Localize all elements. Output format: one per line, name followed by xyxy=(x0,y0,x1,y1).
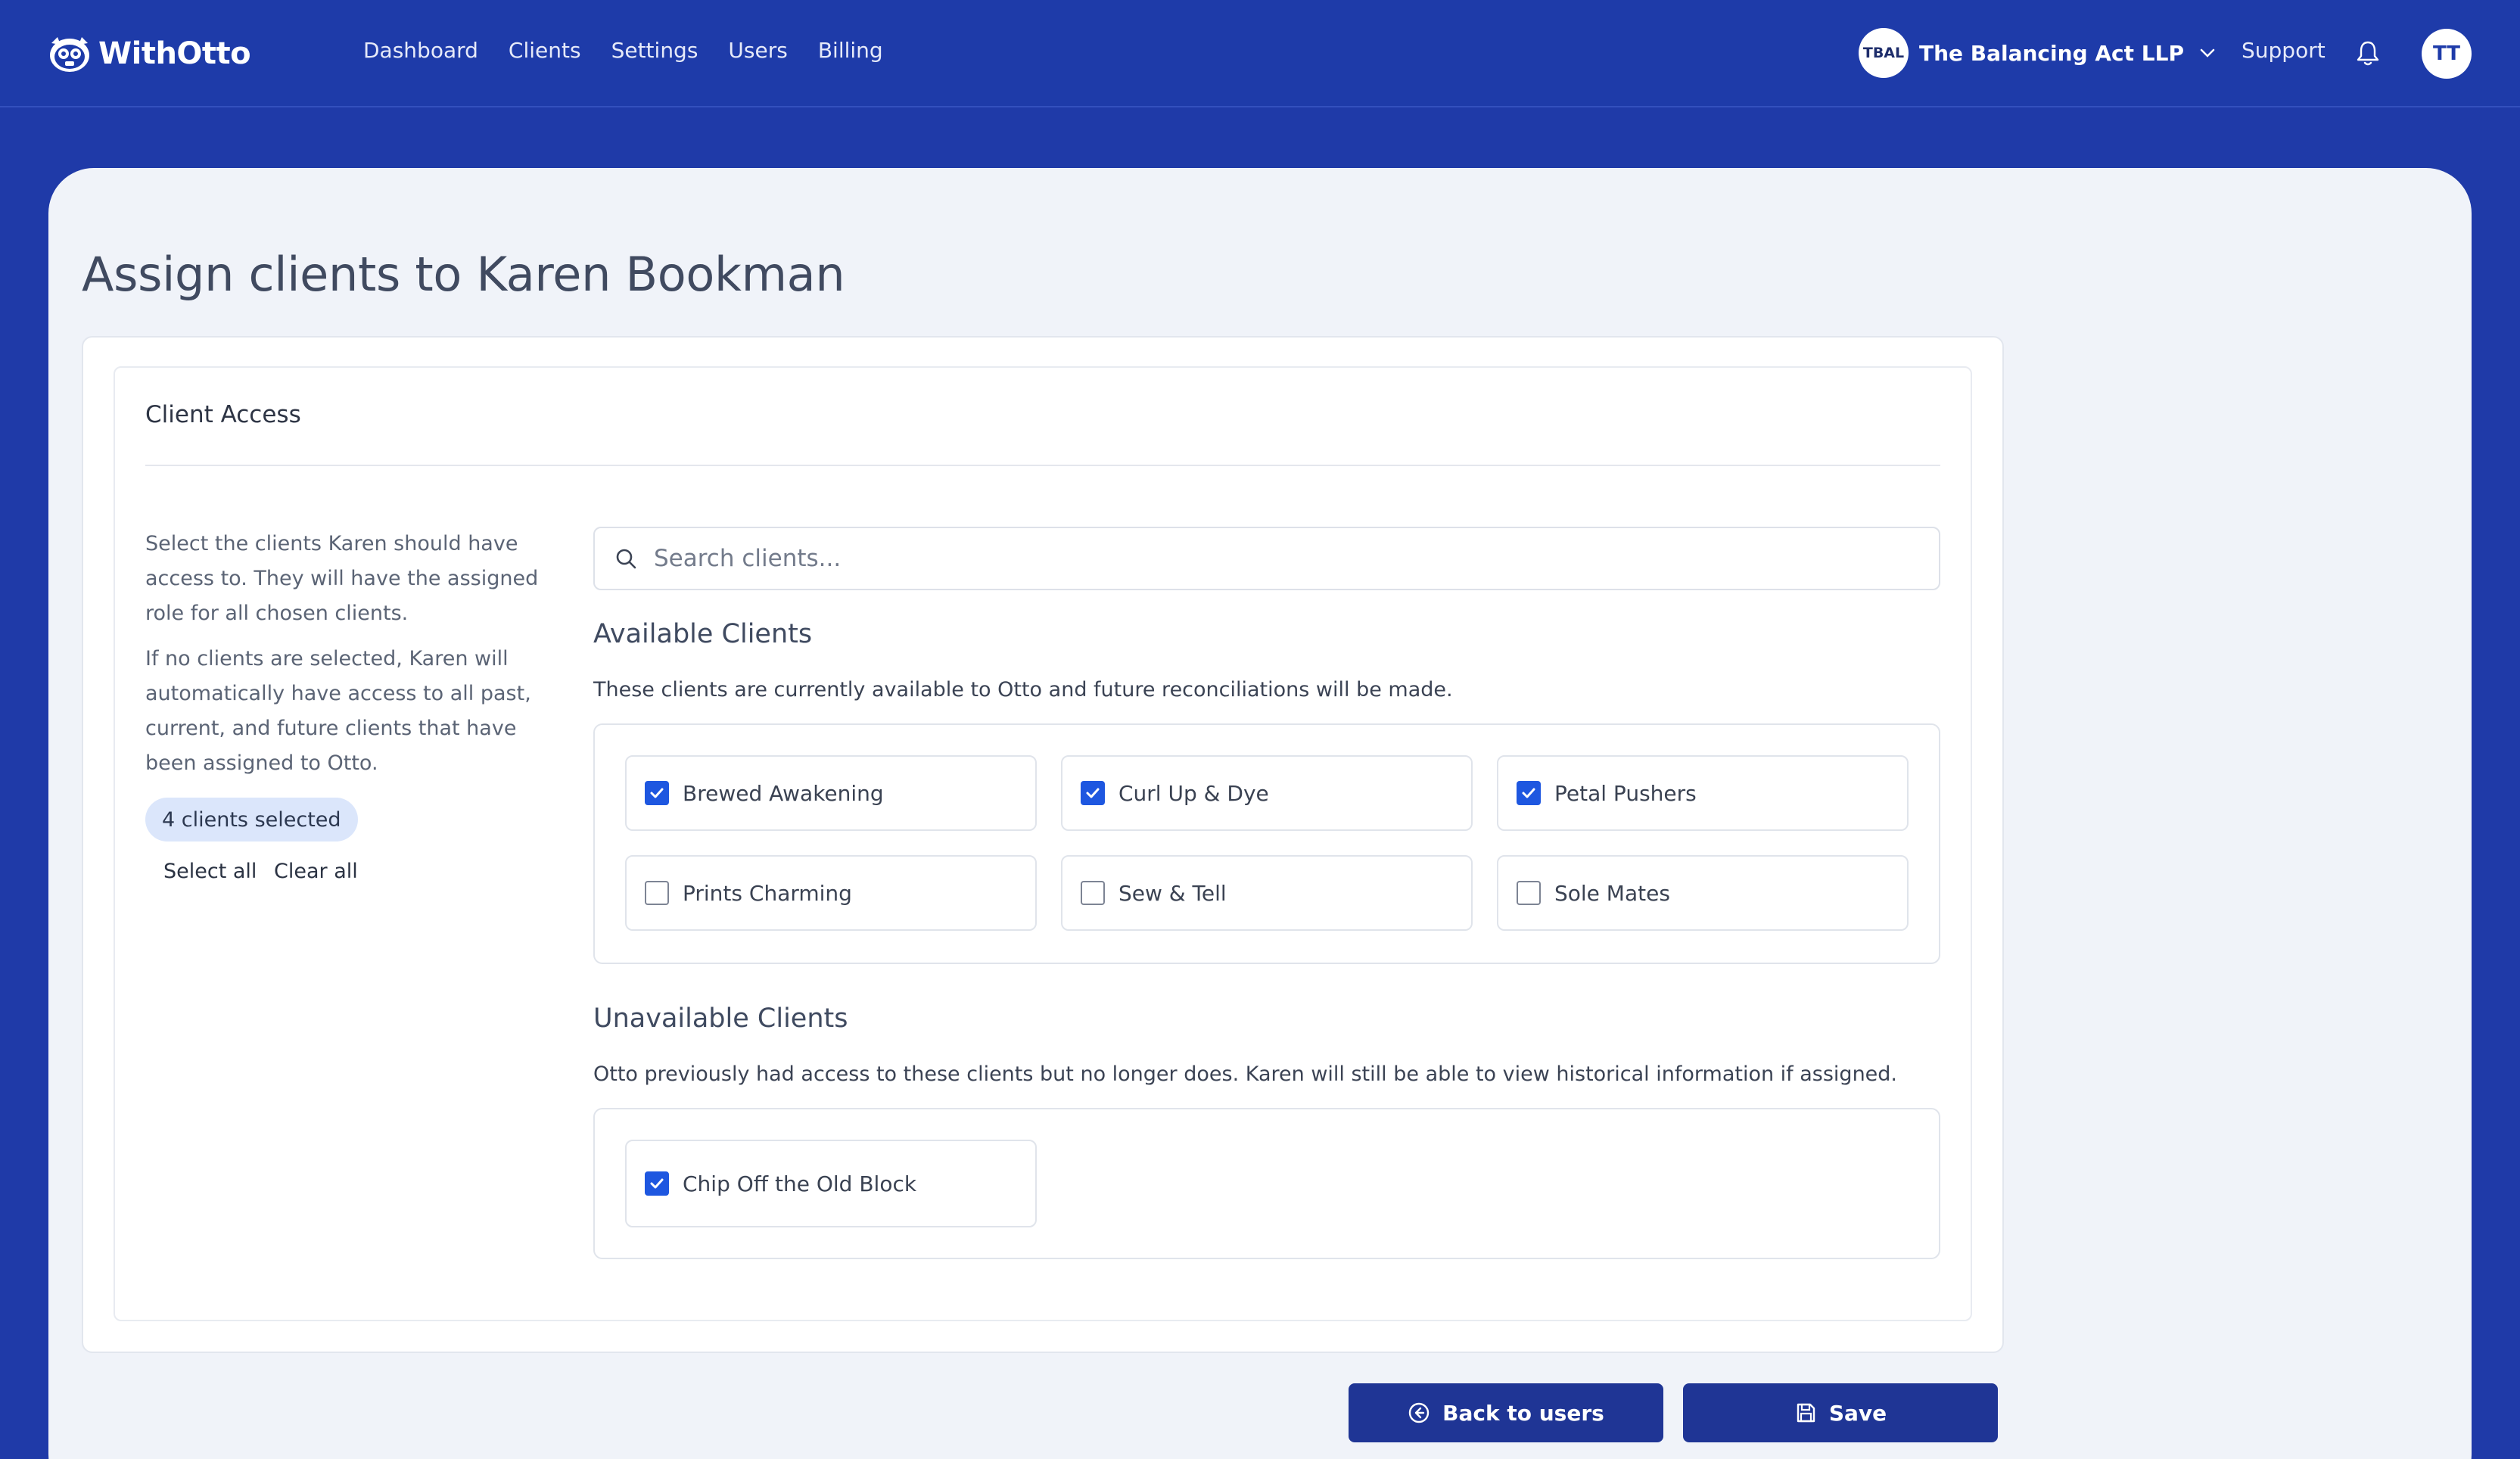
checkmark-icon xyxy=(650,788,664,798)
unavailable-clients-heading: Unavailable Clients xyxy=(593,1003,848,1034)
brand-name: WithOtto xyxy=(98,36,251,71)
available-clients-description: These clients are currently available to… xyxy=(593,678,1453,702)
checkbox[interactable] xyxy=(1517,881,1541,905)
search-icon xyxy=(616,549,636,569)
checkmark-icon xyxy=(1522,788,1535,798)
select-all-button[interactable]: Select all xyxy=(163,860,257,883)
org-name: The Balancing Act LLP xyxy=(1919,40,2184,66)
client-checkbox-curl-up-and-dye[interactable]: Curl Up & Dye xyxy=(1061,755,1473,831)
otto-mascot-icon xyxy=(50,37,89,72)
checkbox[interactable] xyxy=(645,1171,669,1196)
section-title: Client Access xyxy=(145,401,301,428)
checkmark-icon xyxy=(1086,788,1100,798)
selected-count-badge: 4 clients selected xyxy=(145,798,358,841)
section-divider xyxy=(145,465,1940,466)
available-clients-list: Brewed Awakening Curl Up & Dye Petal Pus… xyxy=(593,723,1940,964)
save-label: Save xyxy=(1828,1400,1887,1426)
client-checkbox-prints-charming[interactable]: Prints Charming xyxy=(625,855,1037,931)
client-checkbox-petal-pushers[interactable]: Petal Pushers xyxy=(1497,755,1909,831)
checkbox[interactable] xyxy=(1517,781,1541,805)
nav-settings[interactable]: Settings xyxy=(611,38,698,63)
nav-billing[interactable]: Billing xyxy=(818,38,883,63)
nav-users[interactable]: Users xyxy=(728,38,787,63)
client-name: Curl Up & Dye xyxy=(1118,780,1269,806)
top-navigation-bar: WithOtto Dashboard Clients Settings User… xyxy=(0,0,2520,107)
back-to-users-label: Back to users xyxy=(1442,1400,1604,1426)
unavailable-clients-description: Otto previously had access to these clie… xyxy=(593,1062,1898,1086)
client-checkbox-brewed-awakening[interactable]: Brewed Awakening xyxy=(625,755,1037,831)
checkbox[interactable] xyxy=(1081,881,1105,905)
client-name: Brewed Awakening xyxy=(683,780,884,806)
unavailable-clients-list: Chip Off the Old Block xyxy=(593,1108,1940,1259)
org-badge: TBAL xyxy=(1859,28,1909,78)
client-name: Sew & Tell xyxy=(1118,880,1227,906)
brand-logo[interactable]: WithOtto xyxy=(47,33,251,74)
client-name: Sole Mates xyxy=(1554,880,1670,906)
checkbox[interactable] xyxy=(645,781,669,805)
client-name: Petal Pushers xyxy=(1554,780,1697,806)
client-search[interactable] xyxy=(593,527,1940,590)
organization-switcher[interactable]: TBAL The Balancing Act LLP xyxy=(1859,27,2216,79)
support-link[interactable]: Support xyxy=(2242,38,2326,63)
bell-icon[interactable] xyxy=(2355,39,2381,67)
help-text-secondary: If no clients are selected, Karen will a… xyxy=(145,647,531,775)
arrow-left-circle-icon xyxy=(1408,1402,1430,1423)
checkbox[interactable] xyxy=(645,881,669,905)
save-button[interactable]: Save xyxy=(1683,1383,1998,1442)
main-nav: Dashboard Clients Settings Users Billing xyxy=(363,38,913,63)
available-clients-heading: Available Clients xyxy=(593,619,813,649)
client-checkbox-sew-and-tell[interactable]: Sew & Tell xyxy=(1061,855,1473,931)
checkmark-icon xyxy=(650,1178,664,1189)
back-to-users-button[interactable]: Back to users xyxy=(1349,1383,1663,1442)
checkbox[interactable] xyxy=(1081,781,1105,805)
client-name: Prints Charming xyxy=(683,880,852,906)
clear-all-button[interactable]: Clear all xyxy=(274,860,358,883)
page-title: Assign clients to Karen Bookman xyxy=(82,247,845,302)
client-checkbox-chip-off-the-old-block[interactable]: Chip Off the Old Block xyxy=(625,1140,1037,1227)
chevron-down-icon xyxy=(2200,48,2215,58)
client-checkbox-sole-mates[interactable]: Sole Mates xyxy=(1497,855,1909,931)
client-name: Chip Off the Old Block xyxy=(683,1171,917,1196)
floppy-disk-icon xyxy=(1797,1403,1815,1423)
nav-dashboard[interactable]: Dashboard xyxy=(363,38,478,63)
search-input[interactable] xyxy=(654,545,1865,572)
user-avatar[interactable]: TT xyxy=(2422,29,2472,79)
nav-clients[interactable]: Clients xyxy=(509,38,581,63)
help-text: Select the clients Karen should have acc… xyxy=(145,532,539,625)
